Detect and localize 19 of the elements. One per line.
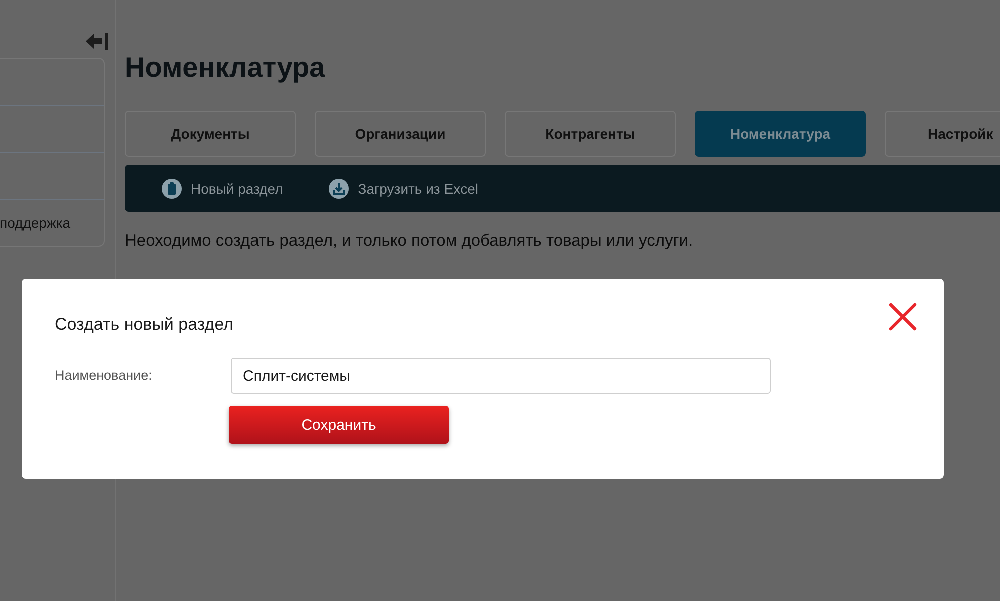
tab[interactable]: Контрагенты: [505, 111, 676, 157]
tab[interactable]: Настройк: [885, 111, 1000, 157]
collapse-sidebar-icon[interactable]: [86, 33, 108, 50]
tab[interactable]: Номенклатура: [695, 111, 866, 157]
sidebar-item[interactable]: поддержка: [0, 215, 71, 231]
page-title: Номенклатура: [125, 51, 326, 85]
field-label: Наименование:: [55, 368, 152, 383]
notice-text: Неоходимо создать раздел, и только потом добавлять товары или услуги.: [125, 231, 694, 252]
tab[interactable]: Организации: [315, 111, 486, 157]
clipboard-icon: [162, 178, 182, 198]
close-icon: [889, 303, 917, 331]
save-button[interactable]: Сохранить: [229, 406, 449, 444]
toolbar-button[interactable]: Загрузить из Excel: [329, 178, 478, 198]
download-icon: [329, 178, 350, 198]
close-button[interactable]: [889, 303, 917, 331]
dialog-title: Создать новый раздел: [55, 314, 234, 336]
tab[interactable]: Документы: [125, 111, 296, 157]
toolbar-button[interactable]: Новый раздел: [162, 178, 284, 198]
name-input[interactable]: Сплит-системы: [231, 358, 771, 394]
